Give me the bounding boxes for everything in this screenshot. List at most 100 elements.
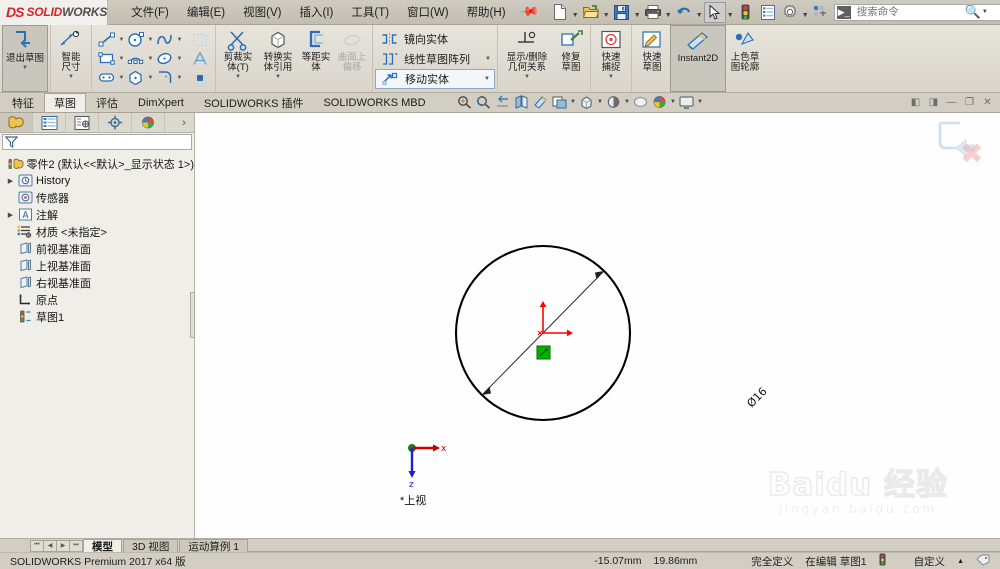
new-document-dropdown[interactable]: ▼ — [571, 2, 580, 23]
tree-root-part[interactable]: 零件2 (默认<<默认>_显示状态 1>) — [2, 155, 194, 172]
sketch-fillet-dropdown[interactable]: ▼ — [175, 75, 184, 81]
grid-tool[interactable] — [190, 30, 210, 49]
exit-sketch-dropdown[interactable]: ▼ — [22, 65, 28, 71]
tree-item-history[interactable]: ▶ History — [2, 172, 194, 189]
doc-tab-motionstudy[interactable]: 运动算例 1 — [179, 539, 249, 553]
menu-file[interactable]: 文件(F) — [122, 1, 178, 23]
undo-button[interactable] — [673, 2, 695, 23]
display-style-dropdown[interactable]: ▼ — [569, 99, 577, 105]
tab-evaluate[interactable]: 评估 — [86, 93, 128, 112]
save-button[interactable] — [611, 2, 633, 23]
sketch-canvas[interactable] — [195, 113, 1000, 538]
rectangle-tool[interactable]: ▼ — [97, 49, 126, 68]
polygon-tool[interactable]: ▼ — [126, 68, 155, 87]
sketch-fillet-tool[interactable]: ▼ — [155, 68, 184, 87]
previous-view-button[interactable] — [493, 93, 512, 111]
move-entities-dropdown[interactable]: ▼ — [474, 76, 490, 82]
panel-expand-chevron-icon[interactable]: › — [174, 113, 194, 132]
tab-features[interactable]: 特征 — [2, 93, 44, 112]
viewport-dropdown[interactable]: ▼ — [696, 99, 704, 105]
open-document-button[interactable] — [580, 2, 602, 23]
zoom-to-fit-button[interactable] — [455, 93, 474, 111]
hide-show-dropdown[interactable]: ▼ — [596, 99, 604, 105]
smart-dimension-dropdown[interactable]: ▼ — [68, 74, 74, 80]
tab-dimxpert[interactable]: DimXpert — [128, 93, 194, 112]
hide-show-items-button[interactable] — [577, 93, 596, 111]
view-settings-button[interactable] — [650, 93, 669, 111]
line-dropdown[interactable]: ▼ — [117, 37, 126, 43]
doc-minimize-button[interactable]: — — [943, 94, 960, 110]
doc-tab-first-button[interactable]: ⏮ — [30, 539, 44, 552]
doc-tab-prev-button[interactable]: ◀ — [43, 539, 57, 552]
search-commands[interactable]: ▶_ 🔍 ▼ — [833, 3, 1000, 21]
sketch-origin[interactable] — [537, 301, 573, 337]
tree-item-top-plane[interactable]: 上视基准面 — [2, 257, 194, 274]
diameter-dimension[interactable]: Ø16 — [744, 385, 791, 429]
menu-window[interactable]: 窗口(W) — [398, 1, 458, 23]
display-delete-relations-button[interactable]: 显示/删除几何关系 ▼ — [500, 25, 554, 92]
section-view-button[interactable] — [512, 93, 531, 111]
file-properties-button[interactable] — [757, 2, 779, 23]
linear-sketch-pattern-dropdown[interactable]: ▼ — [475, 56, 491, 62]
doc-close-button[interactable]: ✕ — [979, 94, 996, 110]
point-tool[interactable] — [190, 68, 210, 87]
status-custom-caret[interactable]: ▲ — [951, 558, 970, 565]
select-button[interactable] — [703, 1, 726, 23]
spline-tool[interactable]: ▼ — [155, 30, 184, 49]
undo-dropdown[interactable]: ▼ — [695, 2, 704, 23]
slot-tool[interactable]: ▼ — [97, 68, 126, 87]
options-button[interactable] — [779, 2, 801, 23]
doc-tab-3dview[interactable]: 3D 视图 — [123, 539, 179, 553]
edit-appearance-button[interactable] — [604, 93, 623, 111]
open-document-dropdown[interactable]: ▼ — [602, 2, 611, 23]
trim-entities-dropdown[interactable]: ▼ — [235, 74, 241, 80]
quick-snaps-button[interactable]: 快速捕捉 ▼ — [593, 25, 629, 92]
rectangle-dropdown[interactable]: ▼ — [117, 56, 126, 62]
select-dropdown[interactable]: ▼ — [726, 2, 735, 23]
doc-next-button[interactable]: ◨ — [925, 94, 942, 110]
rebuild-button[interactable] — [735, 2, 757, 23]
menu-insert[interactable]: 插入(I) — [291, 1, 343, 23]
menu-edit[interactable]: 编辑(E) — [178, 1, 234, 23]
tree-item-right-plane[interactable]: 右视基准面 — [2, 274, 194, 291]
pushpin-icon[interactable]: 📌 — [517, 1, 540, 24]
shaded-sketch-contours-button[interactable]: 上色草图轮廓 — [726, 25, 764, 92]
circle-dropdown[interactable]: ▼ — [146, 37, 155, 43]
instant2d-button[interactable]: Instant2D — [669, 25, 726, 92]
view-settings-dropdown[interactable]: ▼ — [669, 99, 677, 105]
tree-item-origin[interactable]: 原点 — [2, 291, 194, 308]
search-input[interactable] — [854, 5, 963, 19]
exit-sketch-button[interactable]: 退出草图 ▼ — [2, 25, 48, 92]
print-button[interactable] — [642, 2, 664, 23]
propertymanager-tab[interactable] — [33, 113, 66, 132]
circle-tool[interactable]: ▼ — [126, 30, 155, 49]
doc-prev-button[interactable]: ◧ — [907, 94, 924, 110]
new-document-button[interactable] — [549, 2, 571, 23]
doc-tab-next-button[interactable]: ▶ — [56, 539, 70, 552]
featuremanager-tab[interactable] — [0, 113, 33, 132]
display-style-button[interactable] — [550, 93, 569, 111]
menu-tools[interactable]: 工具(T) — [342, 1, 398, 23]
arc-tool[interactable]: ▼ — [126, 49, 155, 68]
tree-item-material[interactable]: 材质 <未指定> — [2, 223, 194, 240]
arc-dropdown[interactable]: ▼ — [146, 56, 155, 62]
view-orientation-button[interactable] — [531, 93, 550, 111]
tag-icon[interactable] — [970, 554, 996, 569]
slot-dropdown[interactable]: ▼ — [117, 75, 126, 81]
ellipse-tool[interactable]: ▼ — [155, 49, 184, 68]
displaymanager-tab[interactable] — [132, 113, 165, 132]
dimxpertmanager-tab[interactable] — [99, 113, 132, 132]
appearance-dropdown[interactable]: ▼ — [623, 99, 631, 105]
ellipse-dropdown[interactable]: ▼ — [175, 56, 184, 62]
tree-item-sketch1[interactable]: 草图1 — [2, 308, 194, 325]
magnifier-icon[interactable]: 🔍 — [965, 4, 981, 20]
convert-entities-dropdown[interactable]: ▼ — [275, 74, 281, 80]
line-tool[interactable]: ▼ — [97, 30, 126, 49]
tree-item-annotations[interactable]: ▶ 注解 — [2, 206, 194, 223]
display-delete-relations-dropdown[interactable]: ▼ — [524, 74, 530, 80]
expand-arrow-icon[interactable]: ▶ — [4, 177, 17, 185]
status-rebuild-indicator[interactable] — [873, 553, 892, 569]
doc-restore-button[interactable]: ❐ — [961, 94, 978, 110]
customize-button[interactable] — [810, 2, 832, 23]
repair-sketch-button[interactable]: 修复草图 — [554, 25, 588, 92]
